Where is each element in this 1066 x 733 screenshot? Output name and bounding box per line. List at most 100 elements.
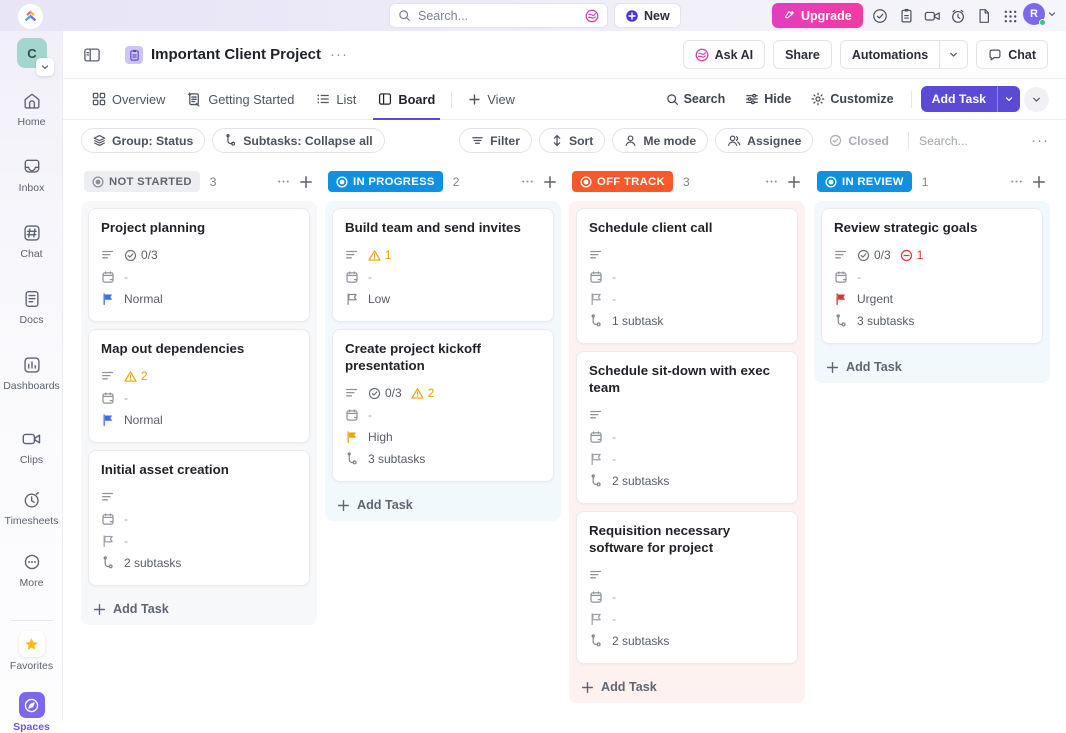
card-date-row[interactable]: - <box>589 426 785 448</box>
ask-ai-button[interactable]: Ask AI <box>682 40 766 69</box>
column-add-task-button[interactable]: Add Task <box>81 593 317 625</box>
workspace-switcher-chevron-icon[interactable] <box>36 58 54 76</box>
share-button[interactable]: Share <box>773 40 832 69</box>
column-overflow-menu[interactable] <box>765 175 778 188</box>
chat-button[interactable]: Chat <box>976 40 1048 69</box>
column-overflow-menu[interactable] <box>277 175 290 188</box>
card-subtasks-row[interactable]: 1 subtask <box>589 310 785 332</box>
check-circle-icon[interactable] <box>869 5 891 27</box>
subtasks-button[interactable]: Subtasks: Collapse all <box>212 128 385 153</box>
project-overflow-menu[interactable]: ··· <box>330 46 348 63</box>
me-mode-button[interactable]: Me mode <box>612 128 709 153</box>
column-overflow-menu[interactable] <box>521 175 534 188</box>
column-add-task-icon[interactable] <box>1032 175 1046 189</box>
status-chip[interactable]: OFF TRACK <box>572 171 673 192</box>
card-priority-row[interactable]: Urgent <box>834 288 1030 310</box>
card-priority-row[interactable]: Normal <box>101 288 297 310</box>
add-task-dropdown-icon[interactable] <box>997 86 1020 112</box>
tab-overview[interactable]: Overview <box>81 79 176 120</box>
clickup-logo-icon[interactable] <box>18 4 43 29</box>
card-date-row[interactable]: - <box>101 508 297 530</box>
card-date-row[interactable]: - <box>345 404 541 426</box>
sidebar-item-chat[interactable]: Chat <box>0 221 63 260</box>
status-chip[interactable]: IN PROGRESS <box>328 171 443 192</box>
document-icon[interactable] <box>973 5 995 27</box>
task-card[interactable]: Schedule sit-down with exec team - - 2 s… <box>576 351 798 505</box>
card-subtasks-row[interactable]: 2 subtasks <box>589 470 785 492</box>
card-priority-row[interactable]: Low <box>345 288 541 310</box>
sidebar-item-inbox[interactable]: Inbox <box>0 155 63 194</box>
sidebar-item-clips[interactable]: Clips <box>0 427 63 466</box>
global-search[interactable]: Search... <box>389 3 608 28</box>
sidebar-item-dashboards[interactable]: Dashboards <box>0 353 63 392</box>
column-add-task-icon[interactable] <box>543 175 557 189</box>
status-chip[interactable]: IN REVIEW <box>817 171 912 192</box>
task-card[interactable]: Requisition necessary software for proje… <box>576 511 798 665</box>
card-priority-row[interactable]: - <box>589 608 785 630</box>
automations-button[interactable]: Automations <box>839 40 940 69</box>
alarm-clock-icon[interactable] <box>947 5 969 27</box>
sidebar-item-more[interactable]: More <box>0 550 63 589</box>
customize-button[interactable]: Customize <box>803 92 901 106</box>
sidebar-item-timesheets[interactable]: Timesheets <box>0 488 63 527</box>
sort-button[interactable]: Sort <box>538 128 606 153</box>
task-card[interactable]: Build team and send invites 1 - Low <box>332 208 554 323</box>
tab-getting-started[interactable]: Getting Started <box>176 79 305 120</box>
tab-list[interactable]: List <box>305 79 367 120</box>
closed-button[interactable]: Closed <box>820 134 898 148</box>
upgrade-button[interactable]: Upgrade <box>772 3 863 28</box>
board-search-input[interactable]: Search... <box>919 134 1024 148</box>
card-subtasks-row[interactable]: 2 subtasks <box>101 552 297 574</box>
assignee-button[interactable]: Assignee <box>715 128 814 153</box>
automations-dropdown[interactable] <box>939 40 969 69</box>
card-priority-row[interactable]: - <box>589 288 785 310</box>
hide-button[interactable]: Hide <box>737 92 799 106</box>
card-date-row[interactable]: - <box>589 586 785 608</box>
group-by-button[interactable]: Group: Status <box>81 128 206 153</box>
tab-board[interactable]: Board <box>367 79 446 120</box>
view-search-button[interactable]: Search <box>658 92 734 106</box>
column-add-task-button[interactable]: Add Task <box>569 671 805 703</box>
column-add-task-icon[interactable] <box>299 175 313 189</box>
card-subtasks-row[interactable]: 3 subtasks <box>834 310 1030 332</box>
task-card[interactable]: Review strategic goals 0/3 1 - Urgent 3 … <box>821 208 1043 345</box>
view-more-options-button[interactable] <box>1024 86 1049 112</box>
card-priority-row[interactable]: High <box>345 426 541 448</box>
sidebar-item-home[interactable]: Home <box>0 89 63 128</box>
card-date-row[interactable]: - <box>834 266 1030 288</box>
sidebar-item-more-label: More <box>19 577 44 589</box>
task-card[interactable]: Project planning 0/3 - Normal <box>88 208 310 323</box>
avatar-menu[interactable]: R <box>1023 3 1057 26</box>
card-subtasks-row[interactable]: 3 subtasks <box>345 448 541 470</box>
column-add-task-button[interactable]: Add Task <box>814 351 1050 383</box>
sidebar-item-docs[interactable]: Docs <box>0 287 63 326</box>
card-priority-row[interactable]: - <box>589 448 785 470</box>
video-camera-icon[interactable] <box>921 5 943 27</box>
ask-ai-icon[interactable] <box>585 9 599 23</box>
task-card[interactable]: Initial asset creation - - 2 subtasks <box>88 450 310 587</box>
sidebar-item-favorites[interactable]: Favorites <box>0 631 63 672</box>
card-priority-row[interactable]: - <box>101 530 297 552</box>
card-date-row[interactable]: - <box>345 266 541 288</box>
card-priority-row[interactable]: Normal <box>101 409 297 431</box>
toggle-panel-icon[interactable] <box>81 44 103 66</box>
board-overflow-menu[interactable]: ··· <box>1031 132 1049 149</box>
status-chip[interactable]: NOT STARTED <box>84 171 200 192</box>
column-overflow-menu[interactable] <box>1010 175 1023 188</box>
task-card[interactable]: Schedule client call - - 1 subtask <box>576 208 798 345</box>
new-button[interactable]: New <box>614 3 681 28</box>
column-add-task-icon[interactable] <box>787 175 801 189</box>
apps-grid-icon[interactable] <box>999 5 1021 27</box>
card-date-row[interactable]: - <box>101 387 297 409</box>
task-card[interactable]: Map out dependencies 2 - Normal <box>88 329 310 444</box>
card-date-row[interactable]: - <box>589 266 785 288</box>
task-card[interactable]: Create project kickoff presentation 0/3 … <box>332 329 554 483</box>
filter-button[interactable]: Filter <box>459 128 532 153</box>
add-view-button[interactable]: View <box>457 79 526 120</box>
card-date-row[interactable]: - <box>101 266 297 288</box>
add-task-button[interactable]: Add Task <box>920 86 1020 112</box>
card-subtasks-row[interactable]: 2 subtasks <box>589 630 785 652</box>
column-add-task-button[interactable]: Add Task <box>325 489 561 521</box>
clipboard-icon[interactable] <box>895 5 917 27</box>
sidebar-item-spaces[interactable]: Spaces <box>0 692 63 733</box>
